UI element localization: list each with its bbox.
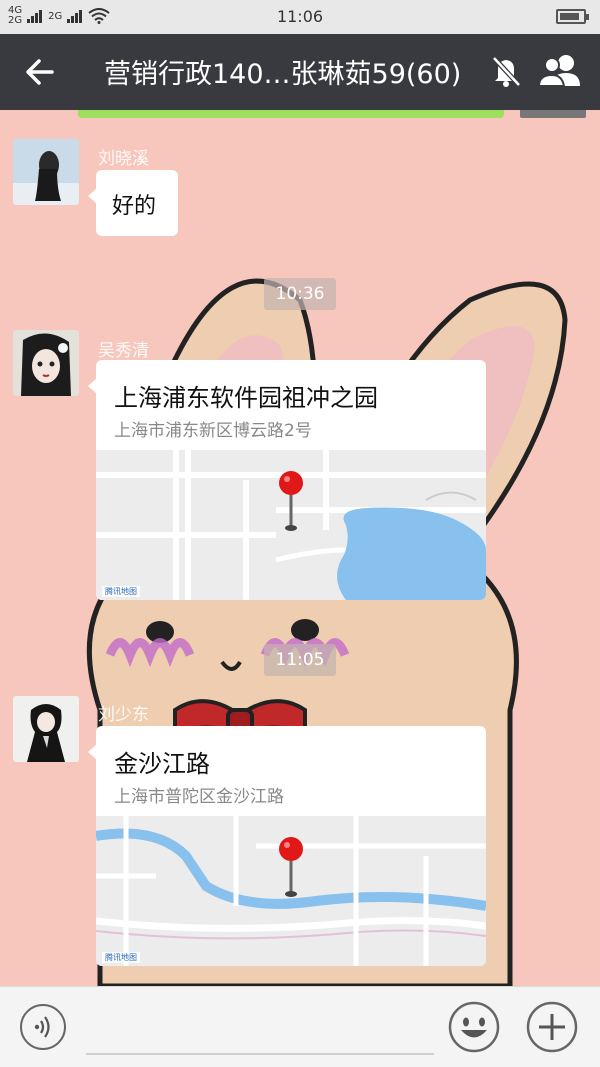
time-divider: 11:05 bbox=[264, 644, 336, 676]
previous-message-thumbnail[interactable] bbox=[520, 110, 586, 118]
location-message-card[interactable]: 上海浦东软件园祖冲之园 上海市浦东新区博云路2号 腾讯地图 bbox=[88, 360, 486, 600]
status-time: 11:06 bbox=[276, 7, 324, 26]
text-message-bubble[interactable]: 好的 bbox=[88, 170, 178, 236]
text-input[interactable] bbox=[86, 1053, 434, 1055]
map-pin-icon bbox=[279, 837, 303, 897]
status-bar: 4G 2G 2G 11:06 bbox=[0, 0, 600, 34]
map-watermark: 腾讯地图 bbox=[102, 952, 140, 963]
sender-name: 刘晓溪 bbox=[98, 149, 149, 169]
avatar-image bbox=[13, 330, 79, 396]
location-address: 上海市浦东新区博云路2号 bbox=[114, 421, 312, 441]
time-divider: 10:36 bbox=[264, 278, 336, 310]
location-place-name: 金沙江路 bbox=[114, 750, 210, 778]
voice-icon[interactable] bbox=[20, 1004, 66, 1050]
emoji-icon[interactable] bbox=[448, 1001, 500, 1053]
message-text: 好的 bbox=[112, 194, 157, 219]
plus-icon[interactable] bbox=[526, 1001, 578, 1053]
avatar[interactable] bbox=[13, 139, 79, 205]
sender-name: 刘少东 bbox=[98, 705, 149, 725]
input-bar bbox=[0, 986, 600, 1067]
location-message-card[interactable]: 金沙江路 上海市普陀区金沙江路 腾讯地图 bbox=[88, 726, 486, 966]
map-pin-icon bbox=[279, 471, 303, 531]
avatar[interactable] bbox=[13, 696, 79, 762]
chat-header: 营销行政140…张琳茹59(60) bbox=[0, 34, 600, 110]
location-address: 上海市普陀区金沙江路 bbox=[114, 787, 284, 807]
battery-fill bbox=[560, 13, 579, 20]
location-map-thumbnail[interactable]: 腾讯地图 bbox=[96, 816, 486, 966]
avatar-image bbox=[13, 696, 79, 762]
voice-waves bbox=[34, 1016, 50, 1038]
chat-area[interactable]: 刘晓溪 好的 10:36 吴秀清 上海浦东软件园祖冲之园 上海市浦东新区博云路2… bbox=[0, 110, 600, 986]
mute-bell-icon[interactable] bbox=[490, 54, 522, 88]
avatar-image bbox=[13, 139, 79, 205]
sender-name: 吴秀清 bbox=[98, 341, 149, 361]
avatar[interactable] bbox=[13, 330, 79, 396]
location-map-thumbnail[interactable]: 腾讯地图 bbox=[96, 450, 486, 600]
battery-icon bbox=[556, 9, 589, 24]
group-members-icon[interactable] bbox=[536, 52, 584, 88]
back-arrow-icon[interactable] bbox=[22, 54, 58, 90]
map-watermark: 腾讯地图 bbox=[102, 586, 140, 597]
chat-title: 营销行政140…张琳茹59(60) bbox=[104, 59, 462, 90]
location-place-name: 上海浦东软件园祖冲之园 bbox=[114, 384, 378, 412]
previous-message-bubble[interactable] bbox=[78, 110, 504, 118]
